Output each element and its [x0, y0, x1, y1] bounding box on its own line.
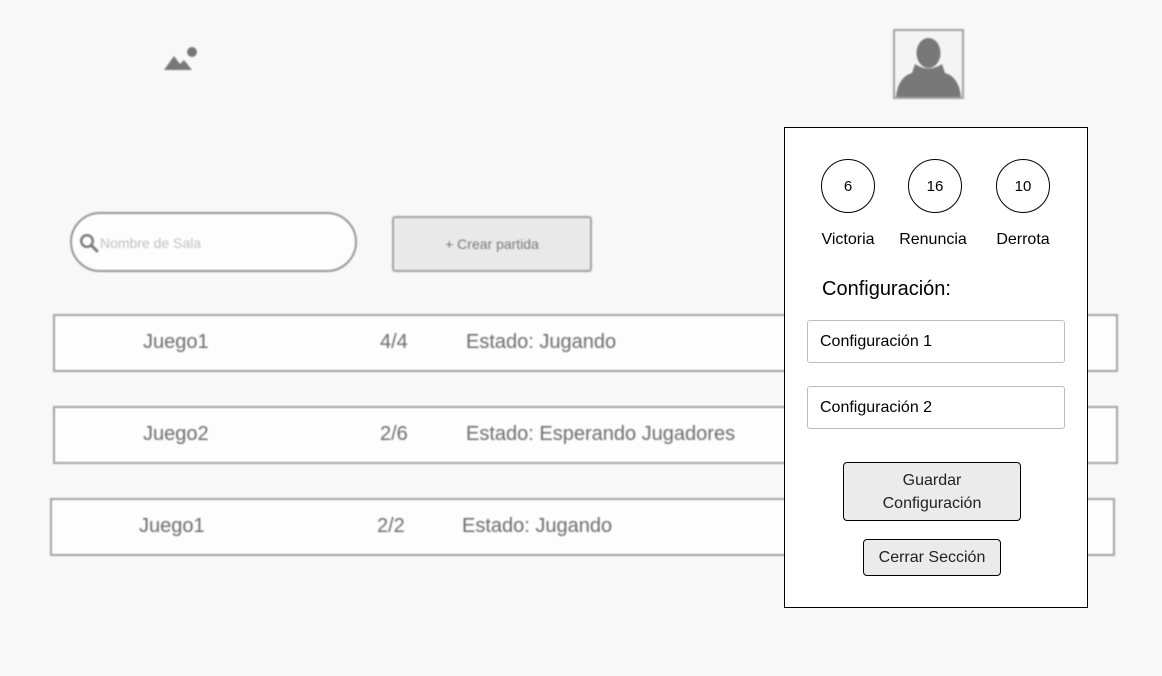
- game-status: Estado: Jugando: [462, 515, 613, 537]
- avatar[interactable]: [893, 29, 964, 99]
- game-status: Estado: Jugando: [466, 331, 617, 353]
- user-avatar-icon: [896, 38, 961, 97]
- stat-resignations-count: 16: [908, 159, 962, 213]
- game-status: Estado: Esperando Jugadores: [466, 423, 736, 445]
- config-field-1[interactable]: [807, 320, 1065, 363]
- game-name: Juego1: [143, 331, 209, 353]
- save-config-label-line2: Configuración: [882, 494, 982, 512]
- stat-defeats-count: 10: [996, 159, 1050, 213]
- game-name: Juego1: [139, 515, 205, 537]
- stat-victories-count: 6: [821, 159, 875, 213]
- game-players: 2/2: [377, 515, 405, 537]
- game-players: 4/4: [380, 331, 408, 353]
- search-icon: [79, 233, 99, 253]
- image-icon: [164, 47, 197, 70]
- stat-defeats-label: Derrota: [996, 231, 1050, 248]
- create-game-button[interactable]: + Crear partida: [392, 216, 592, 272]
- stat-resignations-label: Renuncia: [899, 231, 967, 248]
- search-input[interactable]: [100, 229, 340, 257]
- stat-victories-label: Victoria: [821, 231, 875, 248]
- game-name: Juego2: [143, 423, 209, 445]
- save-config-label-line1: Guardar: [902, 471, 962, 489]
- search-box[interactable]: [70, 212, 357, 272]
- config-field-2[interactable]: [807, 386, 1065, 429]
- game-players: 2/6: [380, 423, 408, 445]
- save-config-button[interactable]: Guardar Configuración: [843, 462, 1021, 521]
- config-title: Configuración:: [822, 278, 951, 300]
- profile-panel: 6 16 10 Victoria Renuncia Derrota Config…: [784, 127, 1088, 608]
- logout-button[interactable]: Cerrar Sección: [863, 539, 1001, 576]
